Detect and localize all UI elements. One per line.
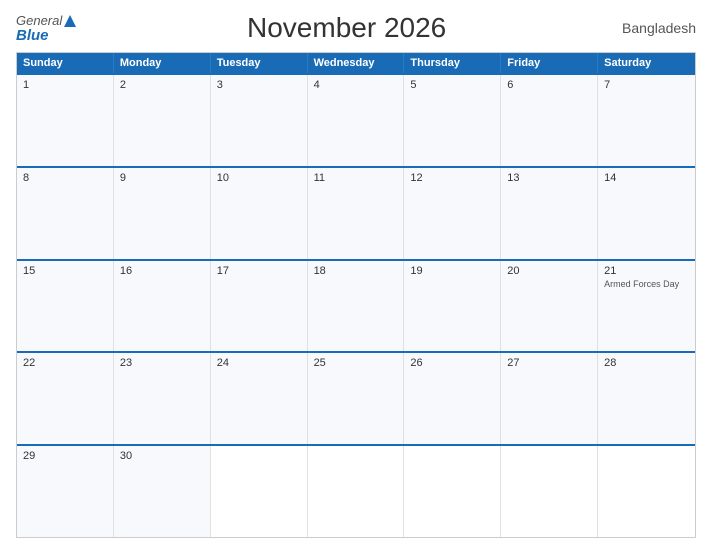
day-number: 15 [23, 265, 107, 277]
day-cell-2-4: 19 [404, 261, 501, 352]
day-number: 16 [120, 265, 204, 277]
country-label: Bangladesh [616, 20, 696, 36]
day-cell-1-4: 12 [404, 168, 501, 259]
logo-row: General [16, 14, 77, 28]
day-cell-4-1: 30 [114, 446, 211, 537]
day-cell-3-3: 25 [308, 353, 405, 444]
day-cell-3-5: 27 [501, 353, 598, 444]
day-number: 7 [604, 79, 689, 91]
day-cell-0-5: 6 [501, 75, 598, 166]
day-cell-2-6: 21 Armed Forces Day [598, 261, 695, 352]
day-header-sunday: Sunday [17, 53, 114, 73]
day-number: 27 [507, 357, 591, 369]
day-headers: Sunday Monday Tuesday Wednesday Thursday… [17, 53, 695, 73]
day-number: 5 [410, 79, 494, 91]
day-cell-3-6: 28 [598, 353, 695, 444]
day-header-thursday: Thursday [404, 53, 501, 73]
day-cell-2-0: 15 [17, 261, 114, 352]
day-cell-1-1: 9 [114, 168, 211, 259]
day-number: 23 [120, 357, 204, 369]
day-cell-3-2: 24 [211, 353, 308, 444]
day-cell-2-1: 16 [114, 261, 211, 352]
day-cell-0-3: 4 [308, 75, 405, 166]
day-number: 14 [604, 172, 689, 184]
day-number: 8 [23, 172, 107, 184]
day-number: 25 [314, 357, 398, 369]
week-row-4: 22 23 24 25 26 27 28 [17, 351, 695, 444]
day-cell-3-0: 22 [17, 353, 114, 444]
day-cell-1-2: 10 [211, 168, 308, 259]
week-row-2: 8 9 10 11 12 13 14 [17, 166, 695, 259]
day-number: 13 [507, 172, 591, 184]
day-number: 4 [314, 79, 398, 91]
logo-triangle-icon [63, 14, 77, 28]
page: General Blue November 2026 Bangladesh Su… [0, 0, 712, 550]
day-number: 10 [217, 172, 301, 184]
day-cell-4-6 [598, 446, 695, 537]
day-number: 21 [604, 265, 689, 277]
day-header-tuesday: Tuesday [211, 53, 308, 73]
week-row-5: 29 30 [17, 444, 695, 537]
day-cell-1-3: 11 [308, 168, 405, 259]
day-cell-3-4: 26 [404, 353, 501, 444]
day-cell-4-5 [501, 446, 598, 537]
day-cell-4-0: 29 [17, 446, 114, 537]
calendar-title: November 2026 [77, 12, 616, 44]
day-number: 17 [217, 265, 301, 277]
day-number: 11 [314, 172, 398, 184]
day-number: 18 [314, 265, 398, 277]
weeks: 123456789101112131415161718192021Armed F… [17, 73, 695, 537]
day-cell-1-6: 14 [598, 168, 695, 259]
day-cell-2-2: 17 [211, 261, 308, 352]
day-number: 30 [120, 450, 204, 462]
day-number: 3 [217, 79, 301, 91]
day-number: 20 [507, 265, 591, 277]
holiday-label: Armed Forces Day [604, 279, 689, 290]
day-number: 26 [410, 357, 494, 369]
day-number: 1 [23, 79, 107, 91]
day-number: 19 [410, 265, 494, 277]
day-cell-4-4 [404, 446, 501, 537]
week-row-3: 15 16 17 18 19 20 21 Armed Forces Day [17, 259, 695, 352]
day-header-monday: Monday [114, 53, 211, 73]
day-header-friday: Friday [501, 53, 598, 73]
day-header-saturday: Saturday [598, 53, 695, 73]
calendar: Sunday Monday Tuesday Wednesday Thursday… [16, 52, 696, 538]
day-number: 29 [23, 450, 107, 462]
day-cell-4-3 [308, 446, 405, 537]
day-number: 9 [120, 172, 204, 184]
day-header-wednesday: Wednesday [308, 53, 405, 73]
header: General Blue November 2026 Bangladesh [16, 12, 696, 44]
logo-blue-text: Blue [16, 28, 49, 43]
day-cell-1-0: 8 [17, 168, 114, 259]
day-cell-2-5: 20 [501, 261, 598, 352]
logo-general-text: General [16, 14, 62, 27]
day-cell-4-2 [211, 446, 308, 537]
day-cell-0-0: 1 [17, 75, 114, 166]
day-number: 2 [120, 79, 204, 91]
day-cell-2-3: 18 [308, 261, 405, 352]
day-number: 28 [604, 357, 689, 369]
day-cell-3-1: 23 [114, 353, 211, 444]
day-cell-0-4: 5 [404, 75, 501, 166]
day-cell-1-5: 13 [501, 168, 598, 259]
day-cell-0-2: 3 [211, 75, 308, 166]
day-number: 6 [507, 79, 591, 91]
day-number: 24 [217, 357, 301, 369]
day-cell-0-1: 2 [114, 75, 211, 166]
day-cell-0-6: 7 [598, 75, 695, 166]
logo: General Blue [16, 14, 77, 43]
week-row-1: 1 2 3 45 6 7 [17, 73, 695, 166]
day-number: 22 [23, 357, 107, 369]
day-number: 12 [410, 172, 494, 184]
